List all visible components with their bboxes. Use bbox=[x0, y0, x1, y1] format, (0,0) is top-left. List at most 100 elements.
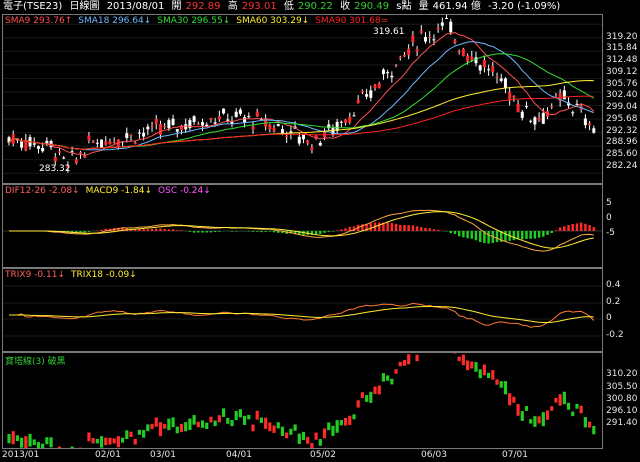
candle-body bbox=[440, 22, 444, 26]
candle-body bbox=[339, 121, 343, 123]
candle-body bbox=[344, 119, 348, 124]
candle-body bbox=[79, 152, 83, 154]
tower-block bbox=[268, 422, 272, 432]
tower-block bbox=[369, 391, 373, 403]
tower-block bbox=[272, 425, 276, 433]
candle-body bbox=[537, 117, 541, 121]
tower-block bbox=[234, 411, 238, 421]
tower-block bbox=[87, 432, 91, 442]
quote-header: 電子(TSE23) 日線圖 2013/08/01 開 292.89 高 293.01… bbox=[0, 0, 640, 13]
tower-block bbox=[255, 410, 259, 420]
tower-block bbox=[205, 422, 209, 430]
candle-body bbox=[352, 115, 356, 117]
candle-body bbox=[415, 49, 419, 52]
price-panel[interactable]: SMA9 293.76↑ SMA18 296.64↓ SMA30 296.55↓ SM… bbox=[2, 14, 603, 184]
macd-chart[interactable] bbox=[3, 185, 602, 267]
candle-body bbox=[390, 75, 394, 78]
tower-block bbox=[356, 400, 360, 408]
tower-block bbox=[415, 354, 419, 362]
candle-body bbox=[575, 103, 579, 105]
tower-block bbox=[196, 421, 200, 428]
tower-block bbox=[301, 431, 306, 441]
tower-block bbox=[457, 356, 461, 362]
tower-block bbox=[171, 417, 175, 428]
tower-axis: 310.20 305.50 300.80 296.10 291.40 bbox=[606, 352, 640, 449]
macd-axis-tick: 0 bbox=[606, 213, 612, 223]
candle-body bbox=[499, 78, 503, 81]
candle-body bbox=[91, 141, 95, 143]
tower-block bbox=[529, 419, 533, 424]
candle-body bbox=[529, 120, 533, 122]
price-axis-tick: 319.20 bbox=[606, 32, 638, 42]
tower-block bbox=[280, 426, 285, 437]
trix-axis: 0.4 0.2 0 -0.2 bbox=[606, 268, 640, 352]
tower-block bbox=[112, 438, 116, 444]
candle-body bbox=[154, 118, 158, 125]
trix-panel[interactable]: TRIX9 -0.11↓ TRIX18 -0.09↓ bbox=[2, 268, 603, 352]
tower-block bbox=[335, 420, 339, 433]
tower-block bbox=[508, 393, 512, 406]
swing-axis-tick: 310.20 bbox=[606, 369, 638, 379]
candle-body bbox=[356, 99, 360, 104]
tower-block bbox=[587, 421, 592, 428]
candle-body bbox=[524, 106, 528, 108]
trix-chart[interactable] bbox=[3, 269, 602, 351]
tower-block bbox=[478, 369, 482, 379]
tower-block bbox=[339, 420, 343, 426]
tower-block bbox=[264, 417, 268, 429]
candle-body bbox=[196, 123, 200, 125]
high-label: 高 bbox=[227, 1, 238, 12]
candle-body bbox=[268, 124, 272, 130]
tower-block bbox=[293, 424, 297, 431]
tower-chart[interactable] bbox=[3, 353, 602, 448]
tower-block bbox=[381, 373, 386, 382]
tower-block bbox=[200, 420, 205, 428]
tower-block bbox=[7, 434, 11, 444]
tower-block bbox=[276, 422, 280, 429]
tower-block bbox=[45, 437, 49, 445]
tower-block bbox=[318, 439, 322, 446]
date-tick: 2013/01 bbox=[2, 450, 40, 460]
candle-body bbox=[432, 39, 436, 41]
candle-body bbox=[394, 65, 398, 67]
macd-panel[interactable]: DIF12-26 -2.08↓ MACD9 -1.84↓ OSC -0.24↓ bbox=[2, 184, 603, 268]
candle-body bbox=[230, 121, 234, 124]
candle-body bbox=[222, 108, 226, 114]
tower-block bbox=[20, 437, 24, 448]
sma18-line bbox=[8, 41, 594, 151]
candle-body bbox=[402, 54, 406, 57]
tower-block bbox=[465, 360, 470, 371]
candle-body bbox=[470, 56, 474, 60]
tower-block bbox=[188, 418, 192, 430]
price-axis-tick: 315.84 bbox=[606, 43, 638, 53]
tower-panel[interactable]: 寶塔線(3) 破黑 bbox=[2, 352, 603, 449]
candle-body bbox=[583, 118, 587, 126]
price-axis-tick: 305.76 bbox=[606, 79, 638, 89]
period-label: 日線圖 bbox=[69, 1, 100, 12]
tower-block bbox=[579, 405, 583, 414]
tower-block bbox=[331, 425, 335, 436]
tower-block bbox=[192, 415, 196, 425]
swing-axis-tick: 291.40 bbox=[606, 418, 638, 428]
tower-block bbox=[259, 417, 264, 423]
candle-body bbox=[137, 132, 141, 134]
tower-block bbox=[575, 403, 579, 409]
tower-block bbox=[116, 436, 120, 448]
tower-block bbox=[491, 370, 495, 380]
low-value: 290.22 bbox=[297, 1, 333, 12]
date-tick: 03/01 bbox=[150, 450, 176, 460]
tower-block bbox=[512, 396, 516, 403]
tower-block bbox=[550, 406, 554, 411]
candle-body bbox=[592, 128, 596, 133]
tower-block bbox=[154, 417, 158, 427]
candle-body bbox=[247, 116, 251, 118]
tower-block bbox=[520, 411, 524, 421]
price-chart[interactable] bbox=[3, 15, 602, 183]
tower-block bbox=[297, 433, 301, 444]
candle-body bbox=[533, 117, 537, 125]
date-tick: 06/03 bbox=[421, 450, 447, 460]
symbol-label: 電子(TSE23) bbox=[3, 1, 63, 12]
tower-block bbox=[487, 372, 491, 379]
candle-body bbox=[348, 116, 352, 123]
candle-body bbox=[520, 111, 524, 118]
